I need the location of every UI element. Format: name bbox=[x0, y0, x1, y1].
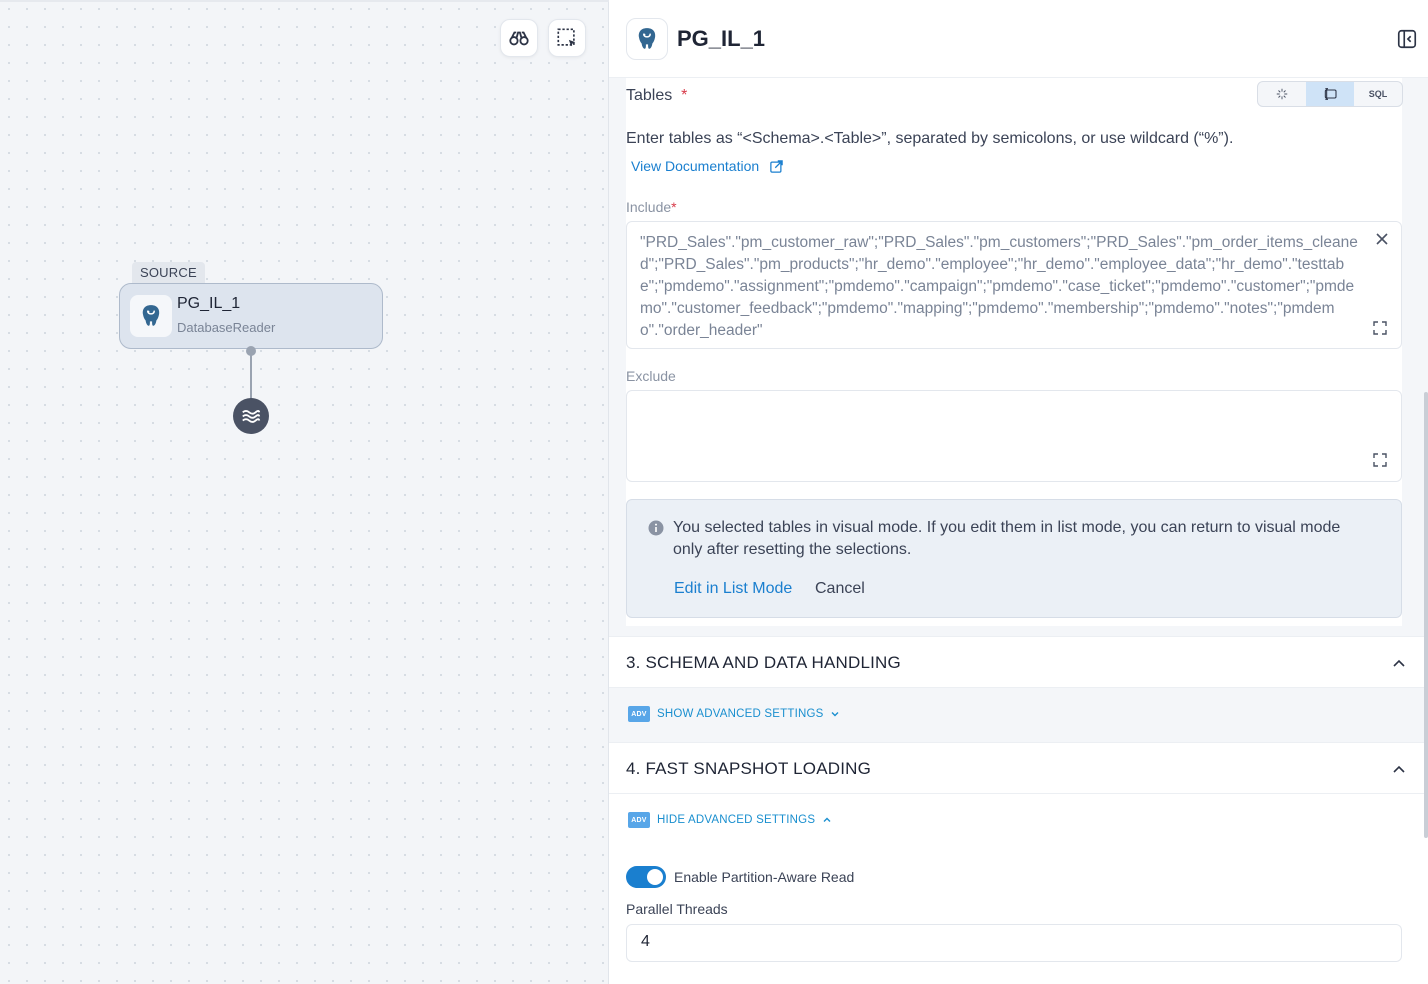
hide-advanced-settings-toggle[interactable]: ADV HIDE ADVANCED SETTINGS bbox=[628, 812, 832, 828]
external-link-icon bbox=[770, 159, 783, 173]
cancel-button[interactable]: Cancel bbox=[815, 580, 865, 598]
info-icon bbox=[648, 520, 664, 536]
partition-aware-read-label: Enable Partition-Aware Read bbox=[674, 869, 855, 885]
partition-aware-read-toggle[interactable] bbox=[626, 866, 666, 888]
include-value: "PRD_Sales"."pm_customer_raw";"PRD_Sales… bbox=[640, 234, 1358, 339]
notice-text: You selected tables in visual mode. If y… bbox=[673, 519, 1341, 558]
section-title: 4. FAST SNAPSHOT LOADING bbox=[626, 759, 872, 778]
panel-header: PG_IL_1 bbox=[609, 0, 1428, 78]
pipeline-canvas[interactable]: SOURCE PG_IL_1 DatabaseReader bbox=[0, 0, 609, 984]
tables-label: Tables * bbox=[626, 87, 688, 104]
exclude-label: Exclude bbox=[626, 368, 676, 384]
chevron-down-icon bbox=[831, 712, 839, 717]
toggle-knob bbox=[647, 869, 663, 885]
fast-snapshot-body: ADV HIDE ADVANCED SETTINGS Enable Partit… bbox=[609, 794, 1428, 984]
include-label: Include* bbox=[626, 199, 677, 215]
selection-icon bbox=[557, 28, 576, 47]
search-flow-button[interactable] bbox=[500, 19, 538, 57]
clear-icon[interactable] bbox=[1375, 232, 1389, 246]
select-area-button[interactable] bbox=[548, 19, 586, 57]
visual-mode-button[interactable] bbox=[1258, 82, 1306, 106]
collapse-panel-icon[interactable] bbox=[1396, 28, 1418, 50]
adv-toggle-label: HIDE ADVANCED SETTINGS bbox=[657, 814, 816, 826]
sql-mode-button[interactable]: SQL bbox=[1354, 82, 1402, 106]
properties-panel: PG_IL_1 Tables * SQL Enter tables as “<S… bbox=[609, 0, 1428, 984]
chevron-up-icon bbox=[1393, 659, 1405, 667]
tables-description: Enter tables as “<Schema>.<Table>”, sepa… bbox=[626, 130, 1234, 147]
stream-waves-icon bbox=[242, 410, 261, 423]
adv-toggle-label: SHOW ADVANCED SETTINGS bbox=[657, 708, 824, 720]
postgres-icon bbox=[130, 295, 172, 337]
source-node[interactable]: PG_IL_1 DatabaseReader bbox=[119, 283, 383, 349]
parallel-threads-label: Parallel Threads bbox=[626, 901, 728, 917]
parallel-threads-input[interactable]: 4 bbox=[626, 924, 1402, 962]
show-advanced-settings-toggle[interactable]: ADV SHOW ADVANCED SETTINGS bbox=[628, 706, 840, 722]
required-marker: * bbox=[681, 87, 688, 104]
sparkle-icon bbox=[1276, 88, 1288, 100]
adv-badge: ADV bbox=[628, 706, 650, 722]
panel-title: PG_IL_1 bbox=[677, 26, 766, 51]
expand-icon[interactable] bbox=[1373, 321, 1387, 335]
exclude-textarea[interactable] bbox=[626, 390, 1402, 482]
stream-node[interactable] bbox=[233, 398, 269, 434]
node-title: PG_IL_1 bbox=[177, 295, 241, 312]
include-textarea[interactable]: "PRD_Sales"."pm_customer_raw";"PRD_Sales… bbox=[626, 221, 1402, 349]
binoculars-icon bbox=[509, 31, 529, 46]
edit-in-list-mode-button[interactable]: Edit in List Mode bbox=[674, 580, 792, 598]
node-subtitle: DatabaseReader bbox=[177, 320, 276, 335]
list-mode-button[interactable] bbox=[1306, 82, 1354, 106]
section-fast-snapshot-loading[interactable]: 4. FAST SNAPSHOT LOADING bbox=[609, 742, 1428, 794]
section-schema-data-handling[interactable]: 3. SCHEMA AND DATA HANDLING bbox=[609, 636, 1428, 688]
tables-section: Tables * SQL Enter tables as “<Schema>.<… bbox=[626, 78, 1403, 626]
table-mode-toggle: SQL bbox=[1257, 81, 1403, 107]
text-cursor-icon bbox=[1324, 88, 1337, 100]
adv-badge: ADV bbox=[628, 812, 650, 828]
chevron-up-icon bbox=[1393, 765, 1405, 773]
view-documentation-link[interactable]: View Documentation bbox=[631, 158, 784, 174]
panel-scrollbar[interactable] bbox=[1424, 392, 1428, 838]
node-connector bbox=[250, 352, 252, 400]
visual-mode-notice: You selected tables in visual mode. If y… bbox=[626, 499, 1402, 618]
chevron-up-icon bbox=[823, 817, 831, 822]
section-title: 3. SCHEMA AND DATA HANDLING bbox=[626, 653, 901, 672]
source-tag: SOURCE bbox=[132, 262, 205, 284]
postgres-icon bbox=[626, 18, 668, 60]
expand-icon[interactable] bbox=[1373, 453, 1387, 467]
canvas-top-border bbox=[0, 0, 609, 2]
